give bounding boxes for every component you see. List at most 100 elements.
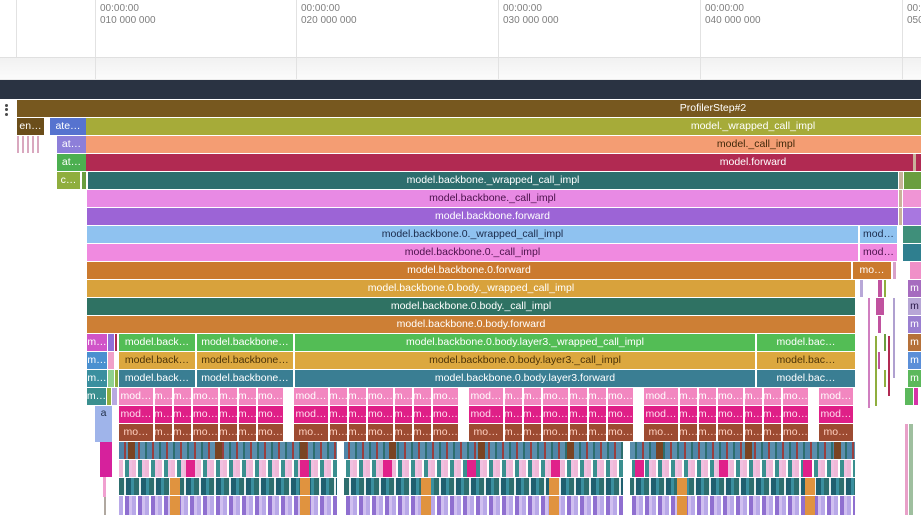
trace-slice[interactable]: mo… — [368, 388, 393, 405]
trace-slice[interactable]: mo… — [608, 424, 633, 441]
kernel-stripe-row[interactable] — [119, 478, 855, 495]
kernel-accent-slice[interactable] — [170, 478, 180, 495]
kernel-accent-slice[interactable] — [186, 460, 195, 477]
trace-slice[interactable]: mod… — [860, 226, 897, 243]
trace-slice[interactable] — [108, 370, 114, 387]
trace-slice[interactable]: m… — [174, 406, 191, 423]
trace-slice[interactable]: m… — [699, 424, 716, 441]
trace-slice[interactable]: m… — [699, 406, 716, 423]
trace-slice[interactable]: model._wrapped_call_impl — [86, 118, 921, 135]
trace-slice[interactable]: at… — [57, 136, 86, 153]
trace-slice[interactable] — [108, 334, 114, 351]
trace-slice[interactable]: model.bac… — [757, 334, 855, 351]
trace-slice[interactable]: m… — [395, 406, 412, 423]
kernel-accent-slice[interactable] — [128, 442, 135, 459]
trace-slice[interactable]: m — [908, 334, 921, 351]
kernel-accent-slice[interactable] — [421, 496, 431, 515]
trace-slice[interactable]: model.forward — [86, 154, 921, 171]
trace-slice[interactable]: m… — [239, 406, 256, 423]
trace-slice[interactable]: m… — [764, 388, 781, 405]
kernel-accent-slice[interactable] — [656, 442, 663, 459]
trace-slice[interactable]: mo… — [718, 406, 743, 423]
trace-slice[interactable]: m… — [414, 424, 431, 441]
trace-slice[interactable]: m… — [87, 334, 107, 351]
trace-slice[interactable]: mo… — [368, 424, 393, 441]
trace-slice[interactable] — [909, 424, 913, 515]
trace-slice[interactable] — [115, 370, 118, 387]
trace-slice[interactable]: m… — [745, 424, 762, 441]
time-ruler[interactable]: 00:00:00 010 000 00000:00:00 020 000 000… — [0, 0, 921, 58]
trace-slice[interactable]: mod… — [469, 388, 503, 405]
trace-slice[interactable] — [899, 208, 902, 225]
trace-slice[interactable] — [893, 262, 896, 279]
kernel-accent-slice[interactable] — [300, 496, 310, 515]
trace-slice[interactable]: model._call_impl — [86, 136, 921, 153]
kernel-accent-slice[interactable] — [421, 478, 431, 495]
trace-slice[interactable]: m… — [155, 406, 172, 423]
trace-slice[interactable]: model.backbone._wrapped_call_impl — [88, 172, 898, 189]
kernel-stripe-row[interactable] — [119, 496, 855, 515]
trace-slice[interactable]: mo… — [433, 424, 458, 441]
trace-slice[interactable]: model.back… — [119, 370, 195, 387]
trace-slice[interactable]: mo… — [783, 406, 808, 423]
trace-slice[interactable]: mo… — [718, 424, 743, 441]
trace-slice[interactable]: m… — [589, 406, 606, 423]
trace-slice[interactable]: mo… — [783, 424, 808, 441]
trace-slice[interactable]: m… — [220, 406, 237, 423]
kernel-accent-slice[interactable] — [383, 460, 392, 477]
kernel-accent-slice[interactable] — [803, 460, 812, 477]
trace-slice[interactable]: mo… — [294, 424, 328, 441]
trace-slice[interactable]: m — [908, 280, 921, 297]
trace-slice[interactable]: mo… — [543, 406, 568, 423]
trace-slice[interactable]: mod… — [819, 388, 853, 405]
trace-slice[interactable]: m… — [174, 424, 191, 441]
kebab-vertical-icon[interactable] — [5, 102, 15, 118]
kernel-accent-slice[interactable] — [719, 460, 728, 477]
trace-slice[interactable]: m — [908, 298, 921, 315]
trace-slice[interactable] — [888, 336, 890, 396]
trace-slice[interactable]: model.backbone… — [197, 334, 293, 351]
kernel-accent-slice[interactable] — [300, 460, 309, 477]
trace-slice[interactable] — [903, 244, 921, 261]
trace-slice[interactable] — [112, 388, 117, 405]
trace-slice[interactable]: mo… — [258, 424, 283, 441]
flame-chart[interactable]: ProfilerStep#2en…ate…model._wrapped_call… — [0, 99, 921, 515]
trace-slice[interactable]: mo… — [644, 424, 678, 441]
trace-slice[interactable]: model.bac… — [757, 352, 855, 369]
trace-slice[interactable]: m… — [239, 388, 256, 405]
trace-slice[interactable]: ProfilerStep#2 — [17, 100, 921, 117]
trace-slice[interactable]: m… — [395, 424, 412, 441]
trace-slice[interactable] — [82, 172, 86, 189]
trace-slice[interactable]: m… — [589, 424, 606, 441]
trace-slice[interactable]: mo… — [608, 406, 633, 423]
trace-slice[interactable]: m… — [330, 406, 347, 423]
trace-slice[interactable] — [103, 477, 106, 497]
trace-slice[interactable] — [884, 280, 886, 297]
trace-slice[interactable] — [17, 136, 42, 153]
collapsed-track-band[interactable] — [0, 58, 921, 80]
trace-slice[interactable] — [860, 280, 863, 297]
trace-slice[interactable] — [914, 388, 918, 405]
trace-slice[interactable] — [878, 316, 881, 333]
trace-slice[interactable]: model.back… — [119, 352, 195, 369]
trace-slice[interactable]: mo… — [543, 388, 568, 405]
trace-slice[interactable]: m… — [745, 388, 762, 405]
trace-slice[interactable]: mod… — [819, 406, 853, 423]
trace-slice[interactable]: model.backbone.0._call_impl — [87, 244, 858, 261]
trace-slice[interactable]: mo… — [433, 388, 458, 405]
kernel-accent-slice[interactable] — [551, 460, 560, 477]
trace-slice[interactable]: m… — [395, 388, 412, 405]
trace-slice[interactable] — [899, 172, 903, 189]
trace-slice[interactable] — [876, 298, 884, 315]
trace-slice[interactable] — [104, 497, 106, 515]
trace-slice[interactable]: mo… — [819, 424, 853, 441]
trace-slice[interactable] — [903, 226, 921, 243]
trace-slice[interactable]: en… — [17, 118, 44, 135]
kernel-accent-slice[interactable] — [170, 496, 180, 515]
trace-slice[interactable]: m… — [87, 388, 106, 405]
trace-slice[interactable] — [878, 352, 880, 369]
trace-slice[interactable]: mod… — [469, 406, 503, 423]
trace-slice[interactable]: mod… — [294, 406, 328, 423]
trace-slice[interactable]: m… — [699, 388, 716, 405]
trace-slice[interactable] — [904, 172, 921, 189]
